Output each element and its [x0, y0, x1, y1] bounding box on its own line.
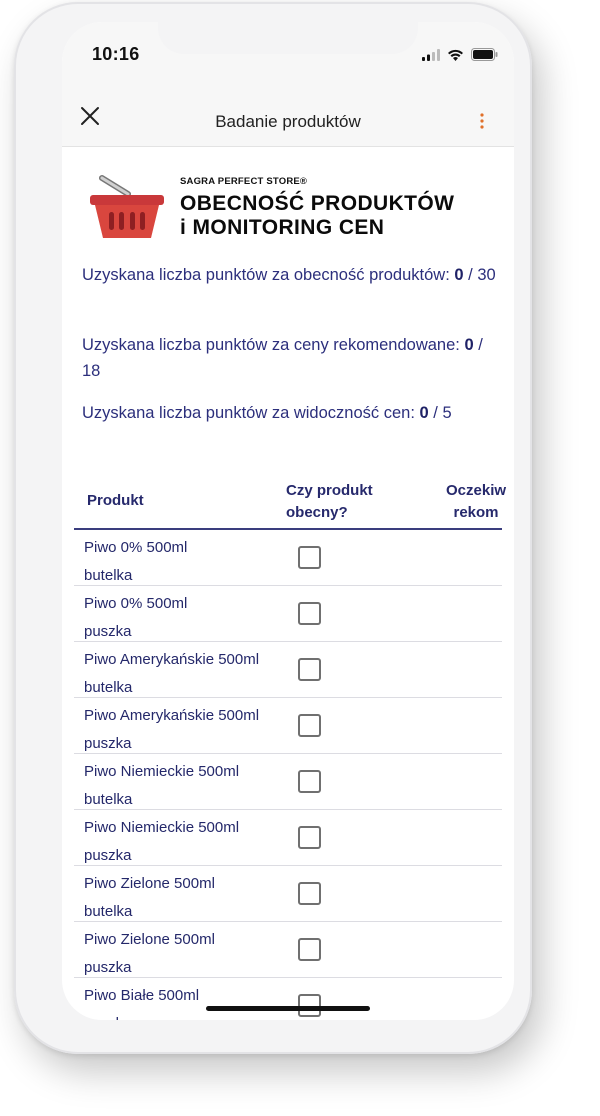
brand-title-line1: OBECNOŚĆ PRODUKTÓW — [180, 192, 455, 215]
product-name: Piwo Białe 500ml puszka — [84, 982, 294, 1020]
product-name: Piwo Zielone 500ml butelka — [84, 870, 294, 926]
product-name: Piwo Zielone 500ml puszka — [84, 926, 294, 982]
product-name-line1: Piwo Zielone 500ml — [84, 875, 215, 892]
product-name: Piwo Amerykańskie 500ml puszka — [84, 702, 294, 758]
product-name-line1: Piwo Niemieckie 500ml — [84, 819, 240, 836]
table-row: Piwo Zielone 500ml puszka — [74, 922, 502, 978]
product-name-line1: Piwo Niemieckie 500ml — [84, 763, 240, 780]
product-name: Piwo Amerykańskie 500ml butelka — [84, 646, 294, 702]
home-indicator[interactable] — [206, 1006, 370, 1011]
screen: 10:16 Badanie produktów SAGRA PERFECT ST… — [62, 22, 514, 1020]
brand-title: OBECNOŚĆ PRODUKTÓW i MONITORING CEN — [180, 192, 454, 240]
product-name-line1: Piwo 0% 500ml — [84, 539, 188, 556]
table-row: Piwo Białe 500ml puszka — [74, 978, 502, 1020]
product-name-line1: Piwo Amerykańskie 500ml — [84, 651, 260, 668]
status-icons — [422, 48, 498, 61]
column-header-expected-line1: Oczekiw — [446, 482, 507, 499]
brand-subtitle: SAGRA PERFECT STORE® — [180, 176, 308, 187]
score-max: / 30 — [468, 266, 496, 284]
product-name: Piwo Niemieckie 500ml butelka — [84, 758, 294, 814]
brand-title-line2: i MONITORING CEN — [180, 216, 385, 239]
signal-icon — [422, 48, 440, 61]
present-checkbox[interactable] — [298, 714, 321, 737]
more-vertical-icon[interactable] — [478, 112, 486, 130]
phone-frame: 10:16 Badanie produktów SAGRA PERFECT ST… — [14, 2, 532, 1054]
present-checkbox[interactable] — [298, 602, 321, 625]
basket-icon — [90, 175, 164, 238]
column-header-present: Czy produkt obecny? — [286, 480, 373, 524]
table-row: Piwo Zielone 500ml butelka — [74, 866, 502, 922]
column-header-present-line1: Czy produkt — [286, 482, 373, 499]
product-name: Piwo 0% 500ml butelka — [84, 534, 294, 590]
product-name-line1: Piwo 0% 500ml — [84, 595, 188, 612]
table-row: Piwo 0% 500ml puszka — [74, 586, 502, 642]
column-header-expected-line2: rekom — [453, 504, 499, 521]
status-bar: 10:16 — [62, 22, 514, 86]
status-time: 10:16 — [92, 44, 140, 64]
product-name-line2: puszka — [84, 1010, 294, 1020]
column-header-product: Produkt — [87, 492, 144, 509]
product-name-line1: Piwo Zielone 500ml — [84, 931, 215, 948]
page-title: Badanie produktów — [215, 112, 361, 131]
table-row: Piwo Niemieckie 500ml butelka — [74, 754, 502, 810]
column-header-present-line2: obecny? — [286, 504, 348, 521]
table-row: Piwo Amerykańskie 500ml puszka — [74, 698, 502, 754]
score-label: Uzyskana liczba punktów za widoczność ce… — [82, 404, 415, 422]
score-label: Uzyskana liczba punktów za obecność prod… — [82, 266, 450, 284]
column-header-expected: Oczekiw rekom — [446, 480, 506, 524]
battery-icon — [471, 48, 498, 61]
score-prices: Uzyskana liczba punktów za ceny rekomend… — [82, 332, 502, 384]
table-row: Piwo Niemieckie 500ml puszka — [74, 810, 502, 866]
score-label: Uzyskana liczba punktów za ceny rekomend… — [82, 336, 460, 354]
present-checkbox[interactable] — [298, 938, 321, 961]
score-visibility: Uzyskana liczba punktów za widoczność ce… — [82, 400, 502, 426]
present-checkbox[interactable] — [298, 826, 321, 849]
table-row: Piwo Amerykańskie 500ml butelka — [74, 642, 502, 698]
product-name-line1: Piwo Amerykańskie 500ml — [84, 707, 260, 724]
present-checkbox[interactable] — [298, 658, 321, 681]
notch — [158, 22, 418, 54]
table-row: Piwo 0% 500ml butelka — [74, 530, 502, 586]
score-value: 0 — [454, 266, 464, 284]
product-name: Piwo 0% 500ml puszka — [84, 590, 294, 646]
present-checkbox[interactable] — [298, 546, 321, 569]
brand-header: SAGRA PERFECT STORE® OBECNOŚĆ PRODUKTÓW … — [88, 172, 488, 242]
score-presence: Uzyskana liczba punktów za obecność prod… — [82, 262, 502, 288]
score-value: 0 — [464, 336, 474, 354]
score-max: / 5 — [433, 404, 452, 422]
score-value: 0 — [419, 404, 429, 422]
product-name: Piwo Niemieckie 500ml puszka — [84, 814, 294, 870]
app-bar: Badanie produktów — [62, 86, 514, 147]
present-checkbox[interactable] — [298, 882, 321, 905]
wifi-icon — [448, 49, 463, 61]
present-checkbox[interactable] — [298, 770, 321, 793]
